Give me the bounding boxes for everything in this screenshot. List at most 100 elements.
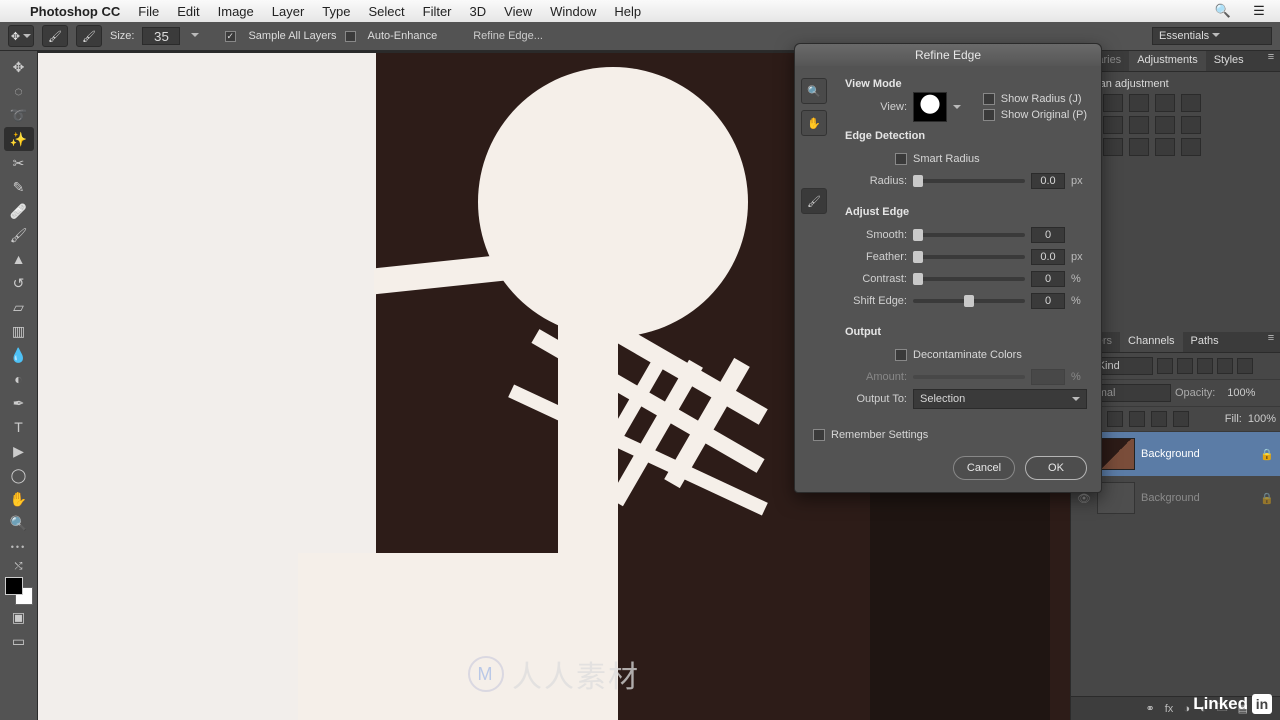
shape-tool-icon[interactable]: ◯ [4, 463, 34, 487]
filter-smart-icon[interactable] [1237, 358, 1253, 374]
feather-value[interactable]: 0.0 [1031, 249, 1065, 265]
menu-help[interactable]: Help [614, 4, 641, 19]
adj-bw-icon[interactable] [1103, 116, 1123, 134]
tab-styles[interactable]: Styles [1206, 51, 1252, 71]
search-icon[interactable]: 🔍 [1214, 3, 1232, 19]
quick-select-tool-icon[interactable]: ✨ [4, 127, 34, 151]
sample-all-checkbox[interactable] [225, 31, 236, 42]
workspace-dropdown[interactable]: Essentials [1152, 27, 1272, 45]
panel-menu-icon[interactable]: ≡ [1262, 332, 1280, 352]
adj-lut-icon[interactable] [1181, 116, 1201, 134]
adj-levels-icon[interactable] [1103, 94, 1123, 112]
fill-value[interactable]: 100% [1248, 413, 1276, 425]
adj-photo-filter-icon[interactable] [1129, 116, 1149, 134]
stamp-tool-icon[interactable]: ▲ [4, 247, 34, 271]
crop-tool-icon[interactable]: ✂ [4, 151, 34, 175]
filter-pixel-icon[interactable] [1157, 358, 1173, 374]
smooth-value[interactable]: 0 [1031, 227, 1065, 243]
lock-pixels-icon[interactable] [1129, 411, 1145, 427]
menu-view[interactable]: View [504, 4, 532, 19]
radius-value[interactable]: 0.0 [1031, 173, 1065, 189]
lock-position-icon[interactable] [1151, 411, 1167, 427]
marquee-tool-icon[interactable]: ◌ [4, 79, 34, 103]
dialog-title[interactable]: Refine Edge [795, 44, 1101, 66]
eyedropper-tool-icon[interactable]: ✎ [4, 175, 34, 199]
brush-add-icon[interactable]: 🖌 [42, 25, 68, 47]
remember-checkbox[interactable] [813, 429, 825, 441]
menu-select[interactable]: Select [368, 4, 404, 19]
ok-button[interactable]: OK [1025, 456, 1087, 480]
app-name[interactable]: Photoshop CC [30, 4, 120, 19]
panel-menu-icon[interactable]: ≡ [1262, 51, 1280, 71]
lock-transparent-icon[interactable] [1107, 411, 1123, 427]
pen-tool-icon[interactable]: ✒ [4, 391, 34, 415]
show-original-checkbox[interactable] [983, 109, 995, 121]
menu-edit[interactable]: Edit [177, 4, 199, 19]
healing-tool-icon[interactable]: 🩹 [4, 199, 34, 223]
opacity-value[interactable]: 100% [1219, 387, 1255, 399]
brush-subtract-icon[interactable]: 🖌 [76, 25, 102, 47]
contrast-value[interactable]: 0 [1031, 271, 1065, 287]
menu-3d[interactable]: 3D [470, 4, 487, 19]
fx-icon[interactable]: fx [1165, 703, 1174, 715]
contrast-slider[interactable] [913, 277, 1025, 281]
menu-file[interactable]: File [138, 4, 159, 19]
swap-colors-icon[interactable]: ⤭ [4, 559, 34, 573]
tab-channels[interactable]: Channels [1120, 332, 1182, 352]
blur-tool-icon[interactable]: 💧 [4, 343, 34, 367]
adj-selective-icon[interactable] [1181, 138, 1201, 156]
filter-type-icon[interactable] [1197, 358, 1213, 374]
filter-adj-icon[interactable] [1177, 358, 1193, 374]
layer-row-background-ghost[interactable]: 👁 Background 🔒 [1071, 476, 1280, 520]
decontaminate-checkbox[interactable] [895, 349, 907, 361]
history-brush-tool-icon[interactable]: ↺ [4, 271, 34, 295]
adj-vibrance-icon[interactable] [1181, 94, 1201, 112]
size-input[interactable] [142, 27, 180, 45]
dialog-zoom-tool-icon[interactable]: 🔍 [801, 78, 827, 104]
mask-icon[interactable]: ◑ [1183, 703, 1190, 715]
menu-window[interactable]: Window [550, 4, 596, 19]
adj-posterize-icon[interactable] [1103, 138, 1123, 156]
type-tool-icon[interactable]: T [4, 415, 34, 439]
layer-row-background[interactable]: 👁 Background 🔒 [1071, 432, 1280, 476]
tool-preset-dropdown[interactable]: ✥ [8, 25, 34, 47]
dialog-hand-tool-icon[interactable]: ✋ [801, 110, 827, 136]
smart-radius-checkbox[interactable] [895, 153, 907, 165]
hand-tool-icon[interactable]: ✋ [4, 487, 34, 511]
brush-tool-icon[interactable]: 🖌 [4, 223, 34, 247]
move-tool-icon[interactable]: ✥ [4, 55, 34, 79]
shift-value[interactable]: 0 [1031, 293, 1065, 309]
filter-shape-icon[interactable] [1217, 358, 1233, 374]
adj-channel-mixer-icon[interactable] [1155, 116, 1175, 134]
link-layers-icon[interactable]: ⚭ [1146, 702, 1155, 715]
adj-exposure-icon[interactable] [1155, 94, 1175, 112]
dodge-tool-icon[interactable]: ◐ [4, 367, 34, 391]
screen-mode-icon[interactable]: ▭ [4, 629, 34, 653]
feather-slider[interactable] [913, 255, 1025, 259]
dialog-refine-brush-icon[interactable]: 🖌 [801, 188, 827, 214]
foreground-color-swatch[interactable] [5, 577, 23, 595]
view-dropdown-icon[interactable] [953, 105, 961, 113]
tab-adjustments[interactable]: Adjustments [1129, 51, 1206, 71]
more-tools-icon[interactable]: ••• [4, 535, 34, 559]
path-select-tool-icon[interactable]: ▶ [4, 439, 34, 463]
smooth-slider[interactable] [913, 233, 1025, 237]
gradient-tool-icon[interactable]: ▥ [4, 319, 34, 343]
layer-thumbnail[interactable] [1097, 482, 1135, 514]
zoom-tool-icon[interactable]: 🔍 [4, 511, 34, 535]
visibility-icon[interactable]: 👁 [1077, 492, 1091, 505]
refine-edge-link[interactable]: Refine Edge... [473, 30, 543, 42]
tab-paths[interactable]: Paths [1183, 332, 1227, 352]
lock-all-icon[interactable] [1173, 411, 1189, 427]
menu-filter[interactable]: Filter [423, 4, 452, 19]
menu-image[interactable]: Image [218, 4, 254, 19]
menu-type[interactable]: Type [322, 4, 350, 19]
eraser-tool-icon[interactable]: ▱ [4, 295, 34, 319]
layer-thumbnail[interactable] [1097, 438, 1135, 470]
radius-slider[interactable] [913, 179, 1025, 183]
shift-slider[interactable] [913, 299, 1025, 303]
size-dropdown-icon[interactable] [188, 30, 199, 42]
adj-gradient-map-icon[interactable] [1155, 138, 1175, 156]
adj-threshold-icon[interactable] [1129, 138, 1149, 156]
adj-curves-icon[interactable] [1129, 94, 1149, 112]
